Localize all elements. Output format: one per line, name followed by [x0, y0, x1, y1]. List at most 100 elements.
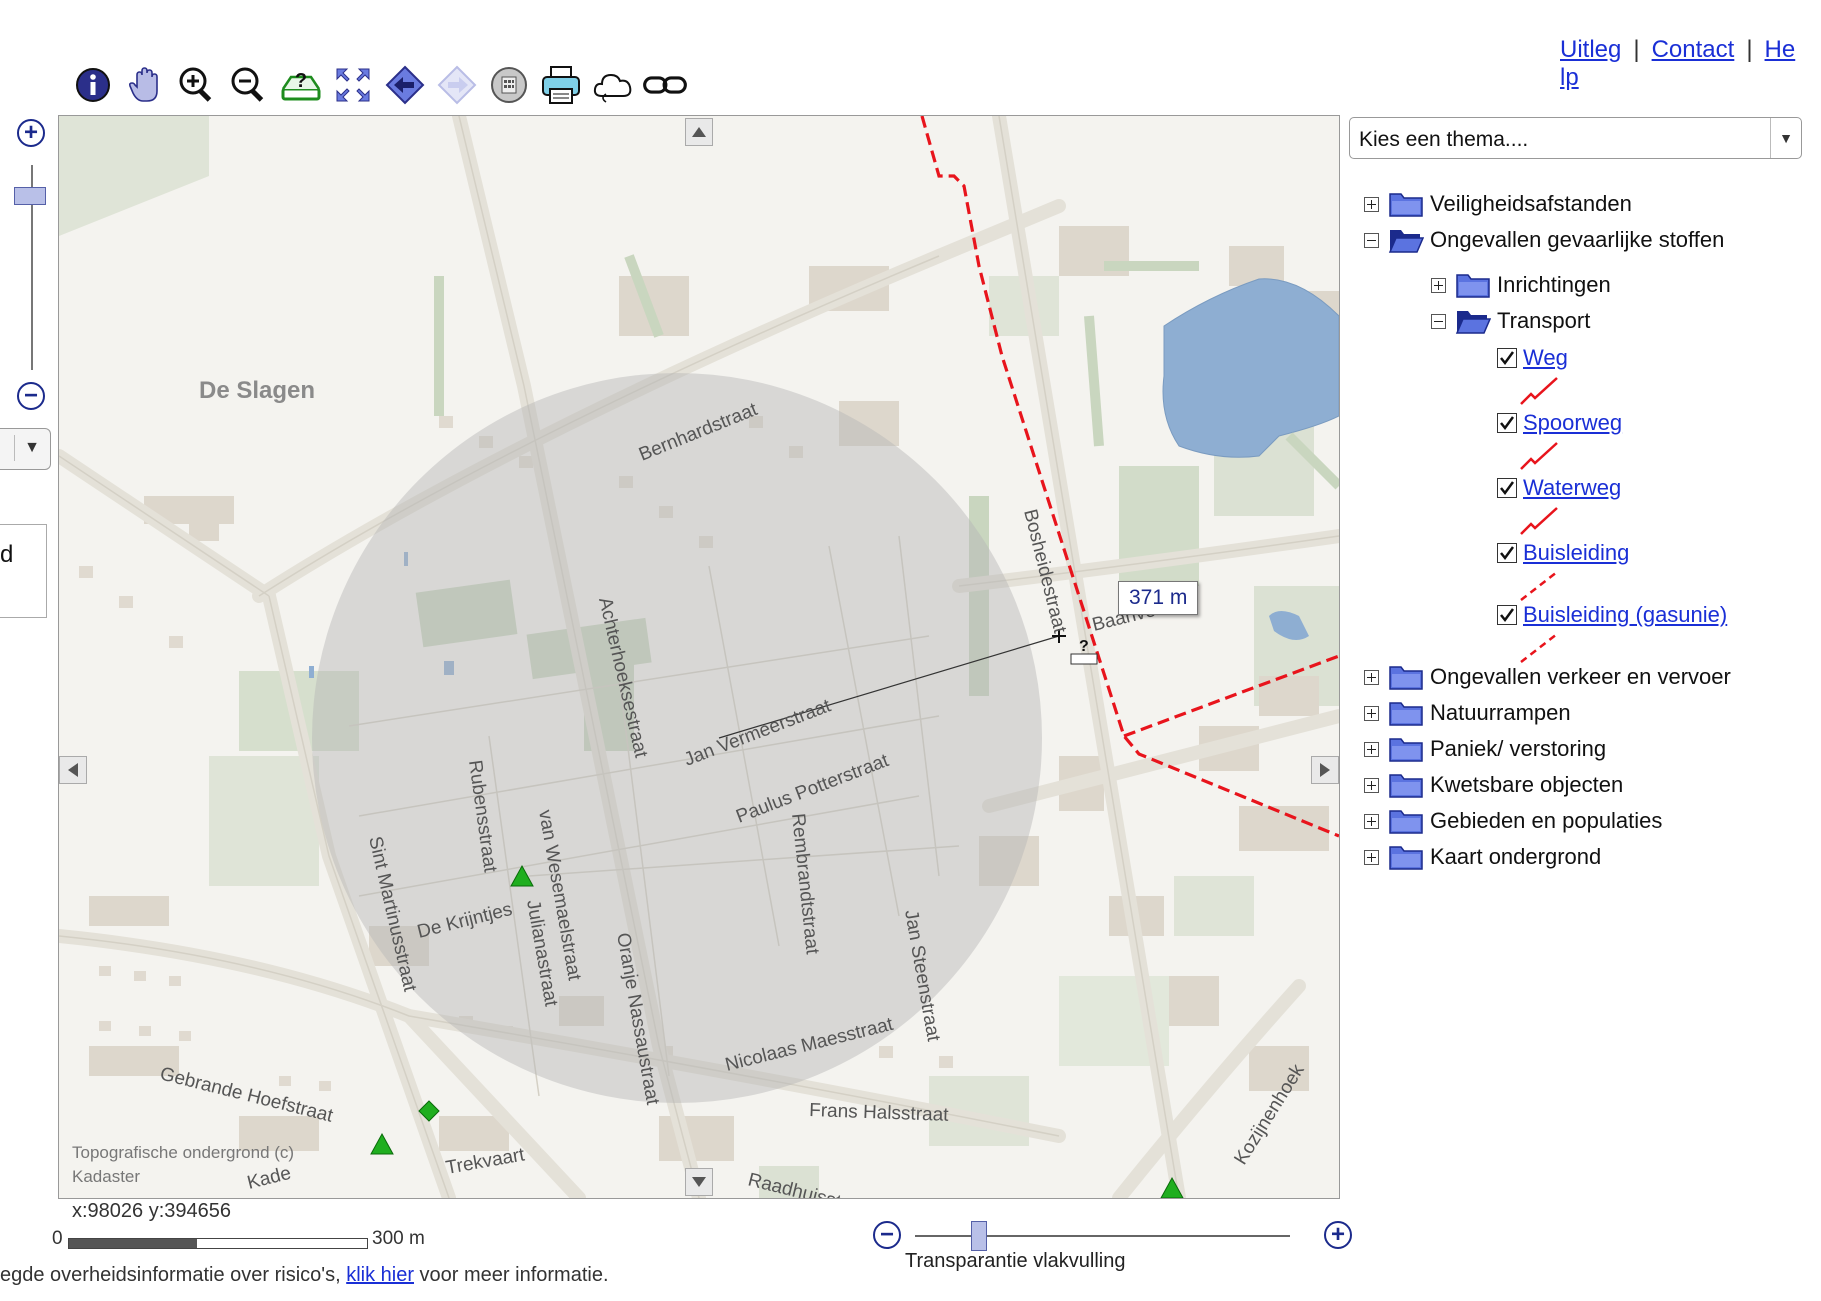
- tree-item-kaart-ondergrond[interactable]: Kaart ondergrond: [1364, 841, 1601, 873]
- tree-item-natuurrampen[interactable]: Natuurrampen: [1364, 697, 1571, 729]
- tree-item-label: Transport: [1497, 308, 1591, 333]
- pan-right-button[interactable]: [1311, 756, 1339, 784]
- layer-link[interactable]: Buisleiding (gasunie): [1523, 602, 1727, 628]
- expand-icon[interactable]: [1364, 777, 1379, 793]
- scale-bar: [68, 1238, 368, 1249]
- folder-icon: [1389, 666, 1423, 690]
- legend-gasunie-icon: [1520, 633, 1558, 663]
- tree-item-ongevallen-verkeer[interactable]: Ongevallen verkeer en vervoer: [1364, 661, 1731, 693]
- contact-link[interactable]: Contact: [1652, 36, 1735, 63]
- chevron-down-icon: ▼: [24, 439, 40, 456]
- map-view[interactable]: ? De Slagen Bernhardstraat Achterhoekses…: [58, 115, 1340, 1199]
- link-icon[interactable]: [642, 62, 688, 108]
- tree-item-label: Kwetsbare objecten: [1430, 772, 1624, 797]
- expand-icon[interactable]: [1364, 741, 1379, 757]
- chevron-down-icon: ▼: [1770, 118, 1801, 158]
- pan-down-button[interactable]: [685, 1168, 713, 1196]
- footer-text-before: egde overheidsinformatie over risico's,: [0, 1264, 347, 1286]
- tree-item-label: Natuurrampen: [1430, 700, 1571, 725]
- tree-item-paniek[interactable]: Paniek/ verstoring: [1364, 733, 1606, 765]
- tree-item-kwetsbare-objecten[interactable]: Kwetsbare objecten: [1364, 769, 1623, 801]
- zoom-in-icon[interactable]: [174, 62, 220, 108]
- tree-item-label: Ongevallen gevaarlijke stoffen: [1430, 227, 1725, 252]
- folder-icon: [1389, 810, 1423, 834]
- layer-checkbox[interactable]: [1497, 605, 1517, 625]
- uitleg-link[interactable]: Uitleg: [1560, 36, 1621, 63]
- measure-distance-label: 371 m: [1118, 581, 1199, 615]
- layer-checkbox[interactable]: [1497, 478, 1517, 498]
- cloud-icon[interactable]: [590, 62, 636, 108]
- zoom-out-button[interactable]: −: [17, 382, 45, 410]
- expand-icon[interactable]: [1364, 849, 1379, 865]
- back-arrow-icon[interactable]: [382, 62, 428, 108]
- street-label: Frans Halsstraat: [809, 1100, 950, 1126]
- layer-waterweg[interactable]: Waterweg: [1497, 472, 1621, 504]
- link-separator: |: [1633, 36, 1640, 63]
- layer-link[interactable]: Buisleiding: [1523, 540, 1629, 566]
- calculator-icon[interactable]: [486, 62, 532, 108]
- tree-item-inrichtingen[interactable]: Inrichtingen: [1431, 269, 1611, 301]
- layer-weg[interactable]: Weg: [1497, 342, 1568, 374]
- arrow-down-icon: [692, 1177, 706, 1187]
- layer-spoorweg[interactable]: Spoorweg: [1497, 407, 1622, 439]
- folder-icon: [1389, 193, 1423, 217]
- pan-hand-icon[interactable]: [122, 62, 168, 108]
- expand-icon[interactable]: [1364, 196, 1379, 212]
- tree-item-label: Gebieden en populaties: [1430, 808, 1663, 833]
- tree-item-label: Inrichtingen: [1497, 272, 1611, 297]
- layer-buisleiding-gasunie[interactable]: Buisleiding (gasunie): [1497, 599, 1727, 631]
- checkmark-icon: [1500, 546, 1515, 561]
- dropdown-divider: [14, 435, 15, 461]
- transparency-increase-button[interactable]: +: [1324, 1221, 1352, 1249]
- expand-icon[interactable]: [1364, 669, 1379, 685]
- tree-item-transport[interactable]: Transport: [1431, 305, 1590, 337]
- collapse-icon[interactable]: [1431, 313, 1446, 329]
- tree-item-label: Veiligheidsafstanden: [1430, 191, 1632, 216]
- expand-icon[interactable]: [1431, 277, 1446, 293]
- transparency-slider-handle[interactable]: [970, 1221, 987, 1251]
- left-dropdown[interactable]: ▼: [0, 428, 51, 470]
- legend-waterweg-icon: [1520, 507, 1558, 535]
- forward-arrow-icon[interactable]: [434, 62, 480, 108]
- pan-up-button[interactable]: [685, 118, 713, 146]
- legend-weg-icon: [1520, 377, 1558, 405]
- layer-checkbox[interactable]: [1497, 348, 1517, 368]
- pan-left-button[interactable]: [59, 756, 87, 784]
- folder-open-icon: [1388, 230, 1424, 253]
- arrow-right-icon: [1320, 763, 1330, 777]
- checkmark-icon: [1500, 416, 1515, 431]
- layer-checkbox[interactable]: [1497, 543, 1517, 563]
- tree-item-gebieden[interactable]: Gebieden en populaties: [1364, 805, 1662, 837]
- identify-icon[interactable]: ?: [278, 62, 324, 108]
- more-info-link[interactable]: klik hier: [346, 1264, 414, 1286]
- folder-icon: [1456, 274, 1490, 298]
- map-canvas: ? De Slagen Bernhardstraat Achterhoekses…: [59, 116, 1339, 1198]
- left-panel-fragment: d: [0, 524, 47, 618]
- layer-link[interactable]: Weg: [1523, 345, 1568, 371]
- top-links: Uitleg | Contact | He lp: [1560, 36, 1800, 92]
- layer-link[interactable]: Spoorweg: [1523, 410, 1622, 436]
- tree-item-ongevallen-gevaarlijke-stoffen[interactable]: Ongevallen gevaarlijke stoffen: [1364, 224, 1724, 256]
- footer-text-after: voor meer informatie.: [414, 1264, 609, 1286]
- svg-text:?: ?: [1079, 638, 1089, 655]
- transparency-label: Transparantie vlakvulling: [905, 1250, 1126, 1272]
- theme-select[interactable]: Kies een thema.... ▼: [1349, 117, 1802, 159]
- full-extent-icon[interactable]: [330, 62, 376, 108]
- collapse-icon[interactable]: [1364, 232, 1379, 248]
- arrow-left-icon: [68, 763, 78, 777]
- zoom-slider-handle[interactable]: [14, 187, 46, 205]
- transparency-decrease-button[interactable]: −: [873, 1221, 901, 1249]
- expand-icon[interactable]: [1364, 705, 1379, 721]
- layer-checkbox[interactable]: [1497, 413, 1517, 433]
- tree-item-veiligheidsafstanden[interactable]: Veiligheidsafstanden: [1364, 188, 1632, 220]
- checkmark-icon: [1500, 481, 1515, 496]
- print-icon[interactable]: [538, 62, 584, 108]
- map-copyright: Topografische ondergrond (c) Kadaster: [72, 1141, 294, 1189]
- zoom-out-icon[interactable]: [226, 62, 272, 108]
- layer-link[interactable]: Waterweg: [1523, 475, 1621, 501]
- folder-icon: [1389, 774, 1423, 798]
- layer-buisleiding[interactable]: Buisleiding: [1497, 537, 1629, 569]
- zoom-in-button[interactable]: +: [17, 119, 45, 147]
- expand-icon[interactable]: [1364, 813, 1379, 829]
- info-icon[interactable]: [70, 62, 116, 108]
